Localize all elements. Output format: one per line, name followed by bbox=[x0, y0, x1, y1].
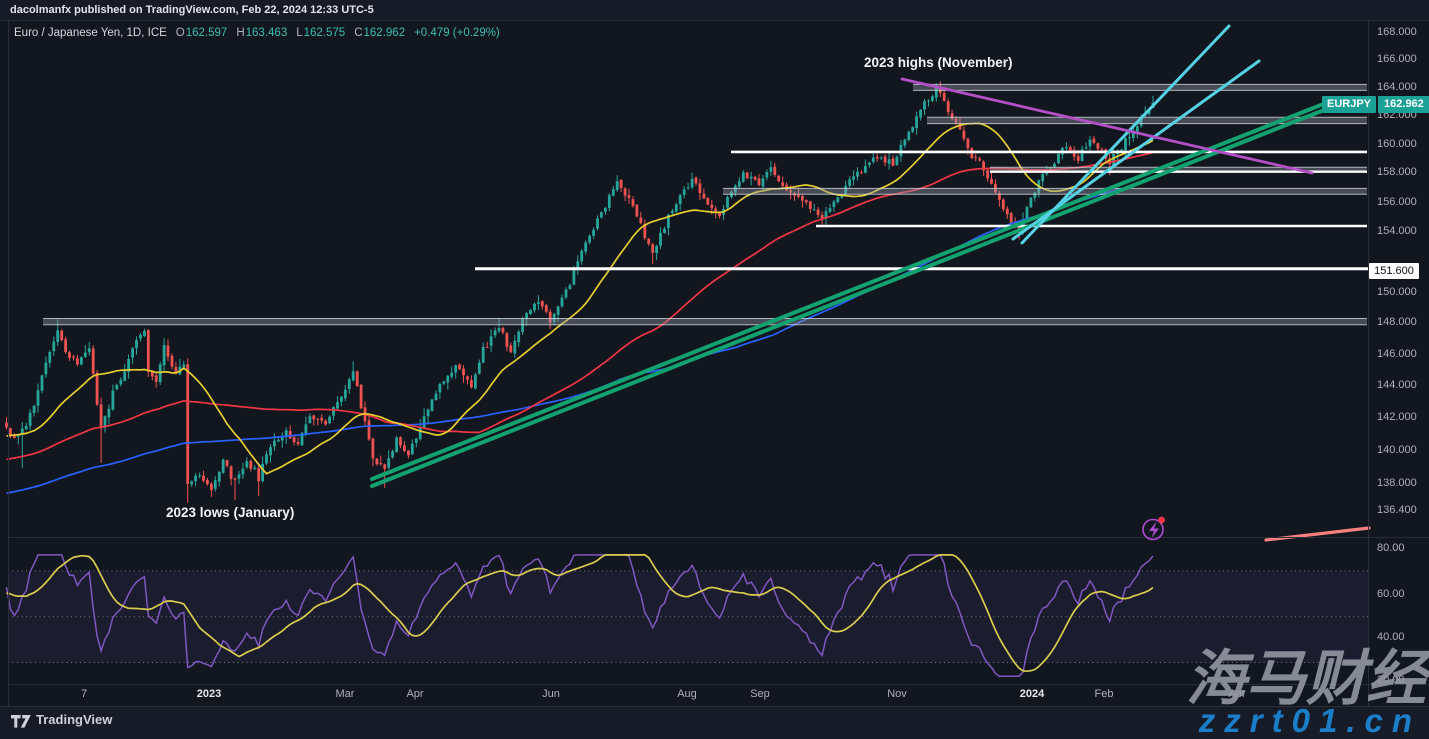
time-axis-label: Jun bbox=[529, 688, 573, 700]
time-axis-label: 7 bbox=[62, 688, 106, 700]
price-axis-label: 140.000 bbox=[1377, 444, 1417, 456]
rsi-axis-label: 40.00 bbox=[1377, 631, 1405, 643]
time-axis-label: Aug bbox=[665, 688, 709, 700]
price-axis-label: 158.000 bbox=[1377, 166, 1417, 178]
time-axis-label: Nov bbox=[875, 688, 919, 700]
rsi-axis-label: 80.00 bbox=[1377, 542, 1405, 554]
ohlc-open: O162.597 bbox=[176, 27, 228, 39]
annotation-2023-highs: 2023 highs (November) bbox=[864, 55, 1013, 70]
time-axis-label: Mar bbox=[323, 688, 367, 700]
rsi-axis-label: 60.00 bbox=[1377, 588, 1405, 600]
price-axis-label: 146.000 bbox=[1377, 348, 1417, 360]
time-axis-label: Feb bbox=[1082, 688, 1126, 700]
price-axis-label: 166.000 bbox=[1377, 53, 1417, 65]
ohlc-high: H163.463 bbox=[236, 27, 287, 39]
time-axis-label: Apr bbox=[1215, 688, 1259, 700]
time-axis-label: Apr bbox=[393, 688, 437, 700]
rsi-axis-label: 20.00 bbox=[1377, 674, 1405, 686]
tradingview-brand[interactable]: TradingView bbox=[36, 712, 112, 727]
attribution-text: dacolmanfx published on TradingView.com,… bbox=[10, 4, 374, 16]
ohlc-close: C162.962 bbox=[354, 27, 405, 39]
price-axis-label: 142.000 bbox=[1377, 411, 1417, 423]
change-value: +0.479 (+0.29%) bbox=[414, 27, 500, 39]
symbol-legend[interactable]: Euro / Japanese Yen, 1D, ICE O162.597 H1… bbox=[14, 27, 500, 39]
price-axis-label: 160.000 bbox=[1377, 138, 1417, 150]
last-price-flag: EURJPY 162.962 bbox=[1322, 96, 1429, 113]
price-axis-label: 154.000 bbox=[1377, 225, 1417, 237]
symbol-title[interactable]: Euro / Japanese Yen, 1D, ICE bbox=[14, 27, 167, 39]
ohlc-low: L162.575 bbox=[296, 27, 345, 39]
price-axis-label: 168.000 bbox=[1377, 26, 1417, 38]
time-axis-label: 2023 bbox=[187, 688, 231, 700]
time-axis-label: 2024 bbox=[1010, 688, 1054, 700]
zone-148-1[interactable] bbox=[43, 319, 1367, 325]
chart-canvas[interactable] bbox=[0, 0, 1429, 739]
price-axis-label: 144.000 bbox=[1377, 379, 1417, 391]
price-axis-label: 148.000 bbox=[1377, 316, 1417, 328]
rsi-band bbox=[8, 571, 1368, 663]
price-axis-label: 164.000 bbox=[1377, 81, 1417, 93]
price-axis-label: 156.000 bbox=[1377, 196, 1417, 208]
price-flag-value: 162.962 bbox=[1378, 96, 1429, 113]
attribution-bar: dacolmanfx published on TradingView.com,… bbox=[0, 0, 1429, 20]
level-151-flag: 151.600 bbox=[1369, 263, 1419, 279]
tradingview-logo-icon[interactable] bbox=[11, 713, 33, 730]
price-flag-symbol: EURJPY bbox=[1322, 96, 1376, 113]
supply-zone-164[interactable] bbox=[913, 84, 1367, 90]
price-axis-label: 138.000 bbox=[1377, 477, 1417, 489]
zone-156-7[interactable] bbox=[723, 188, 1367, 194]
annotation-2023-lows: 2023 lows (January) bbox=[166, 505, 294, 520]
time-axis-label: Sep bbox=[738, 688, 782, 700]
price-axis-label: 150.000 bbox=[1377, 286, 1417, 298]
price-axis-label: 136.400 bbox=[1377, 504, 1417, 516]
